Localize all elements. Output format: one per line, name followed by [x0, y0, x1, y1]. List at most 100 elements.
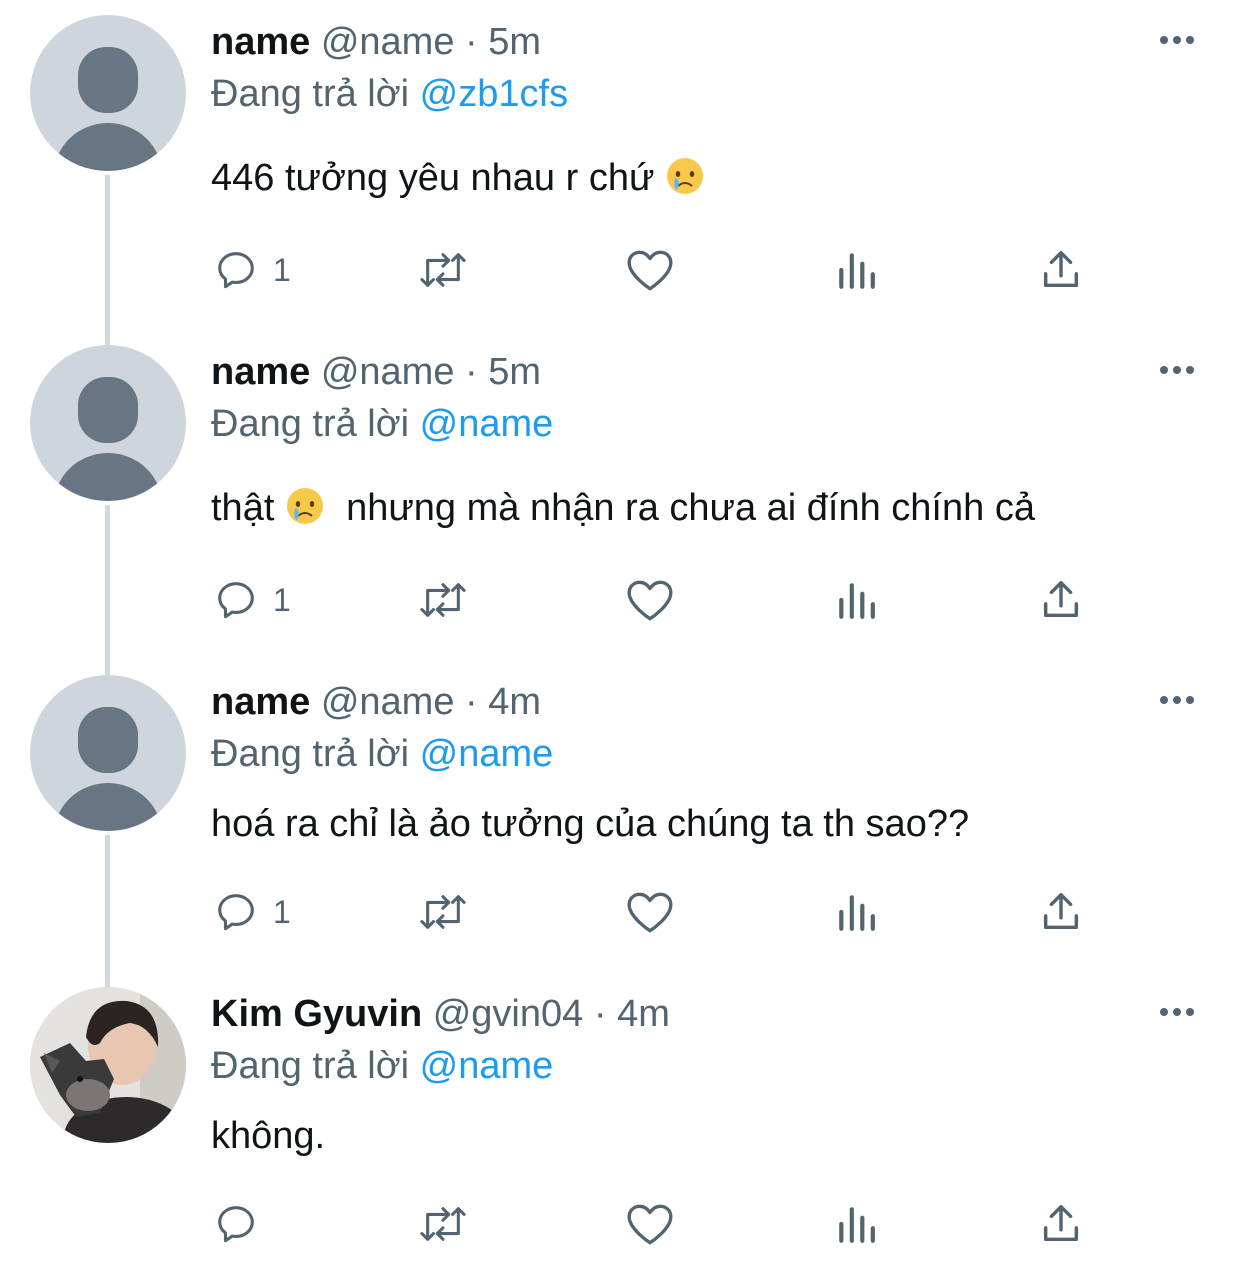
- tweet-text: thật nhưng mà nhận ra chưa ai đính chính…: [211, 484, 1035, 538]
- replying-to: Đang trả lời @name: [211, 400, 553, 448]
- tweet-actions: 1: [211, 887, 1111, 937]
- like-button[interactable]: [625, 245, 675, 295]
- display-name[interactable]: name: [211, 351, 310, 393]
- separator-dot: ·: [465, 351, 478, 393]
- crying-face-emoji: [285, 486, 325, 538]
- default-avatar-icon: [54, 47, 162, 171]
- avatar[interactable]: [30, 987, 186, 1143]
- views-icon: [839, 1207, 875, 1243]
- tweet[interactable]: name @name · 4m Đang trả lời @name hoá r…: [0, 660, 1242, 995]
- replying-to: Đang trả lời @zb1cfs: [211, 70, 568, 118]
- share-icon: [1043, 893, 1079, 930]
- user-handle[interactable]: @name: [321, 681, 455, 723]
- reply-icon: [218, 894, 254, 931]
- reply-count: 1: [273, 581, 291, 618]
- timestamp[interactable]: 4m: [488, 681, 541, 723]
- user-handle[interactable]: @name: [321, 21, 455, 63]
- tweet-actions: 1: [211, 575, 1111, 625]
- reply-prefix: Đang trả lời: [211, 733, 410, 775]
- share-icon: [1043, 581, 1079, 618]
- thread-line: [105, 835, 110, 995]
- separator-dot: ·: [465, 21, 478, 63]
- reply-button[interactable]: 1: [213, 245, 291, 295]
- tweet-text-part: hoá ra chỉ là ảo tưởng của chúng ta th s…: [211, 803, 970, 845]
- mention-link[interactable]: @name: [420, 733, 554, 775]
- retweet-button[interactable]: [415, 1199, 471, 1249]
- share-button[interactable]: [1039, 1199, 1083, 1249]
- mention-link[interactable]: @name: [420, 1045, 554, 1087]
- display-name[interactable]: name: [211, 21, 310, 63]
- more-icon[interactable]: [1160, 30, 1200, 50]
- like-icon: [627, 580, 673, 621]
- default-avatar-icon: [54, 377, 162, 501]
- timestamp[interactable]: 5m: [488, 21, 541, 63]
- tweet-text: hoá ra chỉ là ảo tưởng của chúng ta th s…: [211, 800, 969, 848]
- retweet-icon: [420, 895, 466, 929]
- reply-count: 1: [273, 893, 291, 930]
- reply-icon: [218, 582, 254, 619]
- default-avatar-icon: [54, 707, 162, 831]
- views-button[interactable]: [835, 245, 877, 295]
- display-name[interactable]: Kim Gyuvin: [211, 993, 422, 1035]
- tweet[interactable]: Kim Gyuvin @gvin04 · 4m Đang trả lời @na…: [0, 972, 1242, 1264]
- views-button[interactable]: [835, 575, 877, 625]
- avatar[interactable]: [30, 345, 186, 501]
- tweet-text-part: 446 tưởng yêu nhau r chứ: [211, 157, 665, 199]
- share-button[interactable]: [1039, 887, 1083, 937]
- share-button[interactable]: [1039, 245, 1083, 295]
- views-button[interactable]: [835, 1199, 877, 1249]
- separator-dot: ·: [593, 993, 607, 1035]
- reply-prefix: Đang trả lời: [211, 1045, 410, 1087]
- tweet-text: 446 tưởng yêu nhau r chứ: [211, 154, 705, 208]
- retweet-button[interactable]: [415, 245, 471, 295]
- like-button[interactable]: [625, 575, 675, 625]
- user-handle[interactable]: @name: [321, 351, 455, 393]
- retweet-icon: [420, 583, 466, 617]
- replying-to: Đang trả lời @name: [211, 730, 553, 778]
- user-handle[interactable]: @gvin04: [433, 993, 584, 1035]
- like-button[interactable]: [625, 887, 675, 937]
- tweet-header: name @name · 4m: [211, 678, 541, 726]
- reply-icon: [218, 1206, 254, 1243]
- display-name[interactable]: name: [211, 681, 310, 723]
- avatar[interactable]: [30, 15, 186, 171]
- tweet[interactable]: name @name · 5m Đang trả lời @zb1cfs 446…: [0, 0, 1242, 345]
- more-icon[interactable]: [1160, 360, 1200, 380]
- share-button[interactable]: [1039, 575, 1083, 625]
- tweet-actions: [211, 1199, 1111, 1249]
- retweet-icon: [420, 1207, 466, 1241]
- retweet-button[interactable]: [415, 887, 471, 937]
- tweet-text-part: không.: [211, 1115, 326, 1157]
- reply-button[interactable]: [213, 1199, 273, 1249]
- tweet-text: không.: [211, 1112, 325, 1160]
- retweet-button[interactable]: [415, 575, 471, 625]
- like-icon: [627, 1204, 673, 1245]
- separator-dot: ·: [465, 681, 478, 723]
- views-button[interactable]: [835, 887, 877, 937]
- retweet-icon: [420, 253, 466, 287]
- share-icon: [1043, 1205, 1079, 1242]
- reply-button[interactable]: 1: [213, 575, 291, 625]
- views-icon: [839, 253, 875, 289]
- like-button[interactable]: [625, 1199, 675, 1249]
- reply-icon: [218, 252, 254, 289]
- tweet-text-part: nhưng mà nhận ra chưa ai đính chính cả: [324, 487, 1035, 529]
- tweet-header: name @name · 5m: [211, 18, 541, 66]
- more-icon[interactable]: [1160, 1002, 1200, 1022]
- tweet[interactable]: name @name · 5m Đang trả lời @name thật …: [0, 330, 1242, 675]
- more-icon[interactable]: [1160, 690, 1200, 710]
- timestamp[interactable]: 5m: [488, 351, 541, 393]
- mention-link[interactable]: @name: [420, 403, 554, 445]
- like-icon: [627, 892, 673, 933]
- reply-prefix: Đang trả lời: [211, 403, 410, 445]
- reply-button[interactable]: 1: [213, 887, 291, 937]
- reply-count: 1: [273, 251, 291, 288]
- thread-line: [105, 505, 110, 675]
- mention-link[interactable]: @zb1cfs: [420, 73, 568, 115]
- avatar[interactable]: [30, 675, 186, 831]
- tweet-actions: 1: [211, 245, 1111, 295]
- tweet-header: name @name · 5m: [211, 348, 541, 396]
- reply-prefix: Đang trả lời: [211, 73, 410, 115]
- timestamp[interactable]: 4m: [617, 993, 670, 1035]
- tweet-text-part: thật: [211, 487, 285, 529]
